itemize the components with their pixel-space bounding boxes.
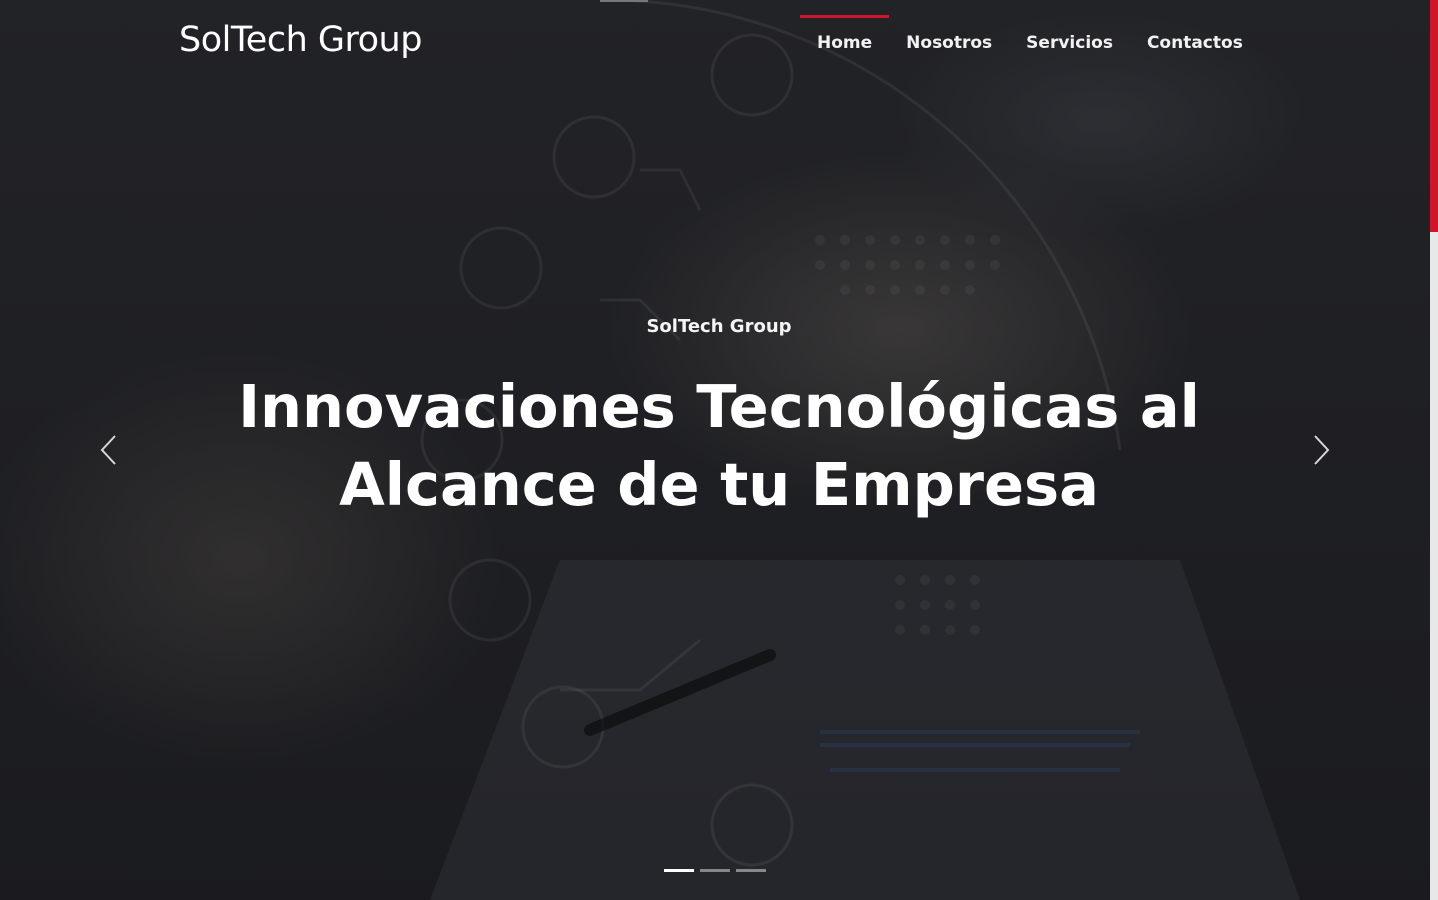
page-scrollbar[interactable] xyxy=(1430,0,1438,900)
carousel-next-button[interactable] xyxy=(1302,430,1342,470)
carousel-indicator-1[interactable] xyxy=(664,869,694,872)
main-nav: Home Nosotros Servicios Contactos xyxy=(800,0,1260,86)
nav-item-home[interactable]: Home xyxy=(800,0,890,86)
nav-item-contactos[interactable]: Contactos xyxy=(1130,0,1260,86)
hero-headline-line-2: Alcance de tu Empresa xyxy=(339,450,1099,519)
carousel-indicator-3[interactable] xyxy=(736,869,766,872)
hero-eyebrow: SolTech Group xyxy=(646,316,792,337)
chevron-right-icon xyxy=(1314,435,1330,465)
nav-item-nosotros[interactable]: Nosotros xyxy=(889,0,1009,86)
hero-headline-line-1: Innovaciones Tecnológicas al xyxy=(238,372,1200,441)
nav-item-servicios[interactable]: Servicios xyxy=(1009,0,1130,86)
scrollbar-thumb[interactable] xyxy=(1430,0,1438,232)
navbar: SolTech Group Home Nosotros Servicios Co… xyxy=(0,0,1430,86)
chevron-left-icon xyxy=(100,435,116,465)
hero-headline: Innovaciones Tecnológicas al Alcance de … xyxy=(0,368,1438,524)
carousel-indicators xyxy=(664,869,766,872)
brand-logo[interactable]: SolTech Group xyxy=(179,20,422,60)
carousel-indicator-2[interactable] xyxy=(700,869,730,872)
carousel-prev-button[interactable] xyxy=(88,430,128,470)
